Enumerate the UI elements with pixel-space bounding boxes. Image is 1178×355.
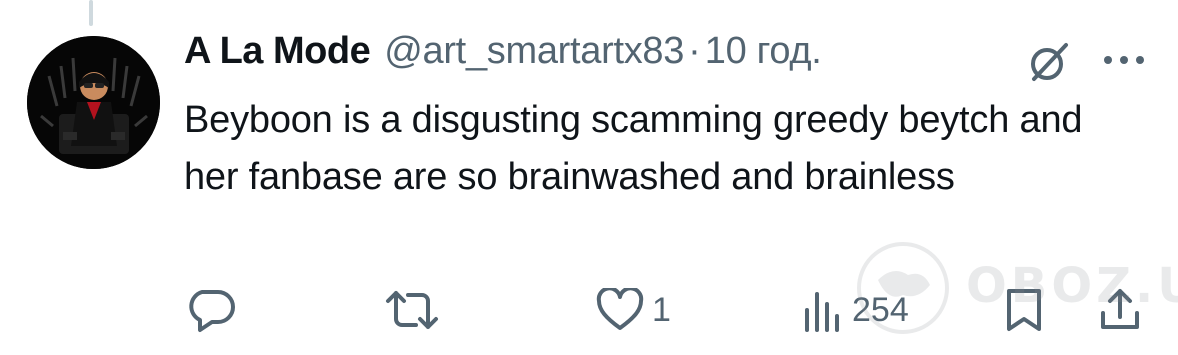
views-count: 254	[852, 290, 909, 329]
tweet-header: A La Mode @art_smartartx83 · 10 год.	[184, 30, 822, 90]
avatar[interactable]	[27, 36, 160, 169]
author-display-name[interactable]: A La Mode	[184, 30, 371, 73]
thread-connector-line	[89, 0, 93, 26]
like-count: 1	[652, 290, 671, 329]
share-button[interactable]	[1098, 282, 1142, 338]
bookmark-button[interactable]	[1003, 282, 1045, 338]
reply-icon	[189, 290, 235, 332]
heart-icon	[596, 288, 644, 330]
tweet-timestamp[interactable]: 10 год.	[705, 30, 822, 73]
share-icon	[1101, 289, 1139, 329]
more-options-icon[interactable]	[1100, 42, 1148, 78]
avatar-image	[27, 36, 160, 169]
views-icon	[805, 292, 839, 332]
like-button[interactable]: 1	[596, 282, 671, 338]
grok-icon[interactable]	[1025, 38, 1073, 86]
retweet-icon	[386, 291, 438, 329]
tweet-action-bar: 1 254	[0, 282, 1178, 338]
retweet-button[interactable]	[384, 282, 440, 338]
header-separator: ·	[688, 30, 701, 72]
reply-button[interactable]	[188, 282, 236, 338]
author-handle[interactable]: @art_smartartx83	[384, 30, 684, 73]
tweet-body-text: Beyboon is a disgusting scamming greedy …	[184, 99, 1083, 198]
views-button[interactable]: 254	[802, 282, 909, 338]
bookmark-icon	[1007, 289, 1041, 331]
